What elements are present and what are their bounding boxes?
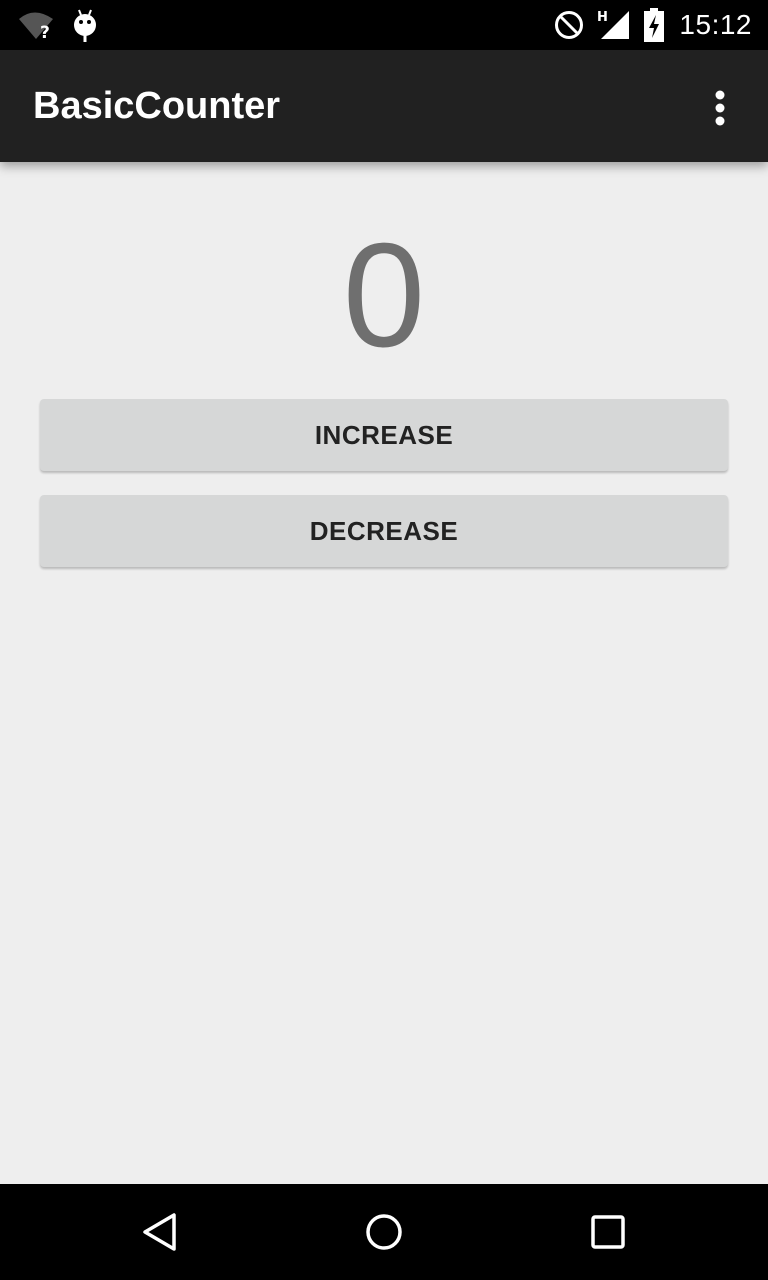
android-debug-icon bbox=[72, 8, 98, 42]
overflow-menu-button[interactable] bbox=[692, 80, 748, 136]
svg-text:?: ? bbox=[40, 23, 50, 40]
wifi-unknown-icon: ? bbox=[18, 10, 56, 40]
status-right-icons: H 15:12 bbox=[553, 8, 752, 42]
status-left-icons: ? bbox=[18, 8, 98, 42]
screen: ? H 15:12 BasicCounter 0 INCREASE DECREA… bbox=[0, 0, 768, 1280]
battery-charging-icon bbox=[643, 8, 665, 42]
recents-icon bbox=[588, 1212, 628, 1252]
svg-text:H: H bbox=[597, 10, 608, 25]
increase-button[interactable]: INCREASE bbox=[40, 399, 728, 471]
status-bar: ? H 15:12 bbox=[0, 0, 768, 50]
cell-signal-h-icon: H bbox=[597, 9, 631, 41]
do-not-disturb-icon bbox=[553, 9, 585, 41]
recents-button[interactable] bbox=[584, 1208, 632, 1256]
counter-value: 0 bbox=[342, 213, 426, 378]
app-title: BasicCounter bbox=[33, 85, 281, 127]
app-bar: BasicCounter bbox=[0, 50, 768, 162]
status-time: 15:12 bbox=[679, 9, 752, 40]
home-button[interactable] bbox=[360, 1208, 408, 1256]
decrease-button[interactable]: DECREASE bbox=[40, 495, 728, 567]
more-vert-icon bbox=[714, 90, 726, 126]
back-icon bbox=[140, 1212, 180, 1252]
main-content: 0 INCREASE DECREASE bbox=[0, 162, 768, 1184]
back-button[interactable] bbox=[136, 1208, 184, 1256]
navigation-bar bbox=[0, 1184, 768, 1280]
home-icon bbox=[364, 1212, 404, 1252]
